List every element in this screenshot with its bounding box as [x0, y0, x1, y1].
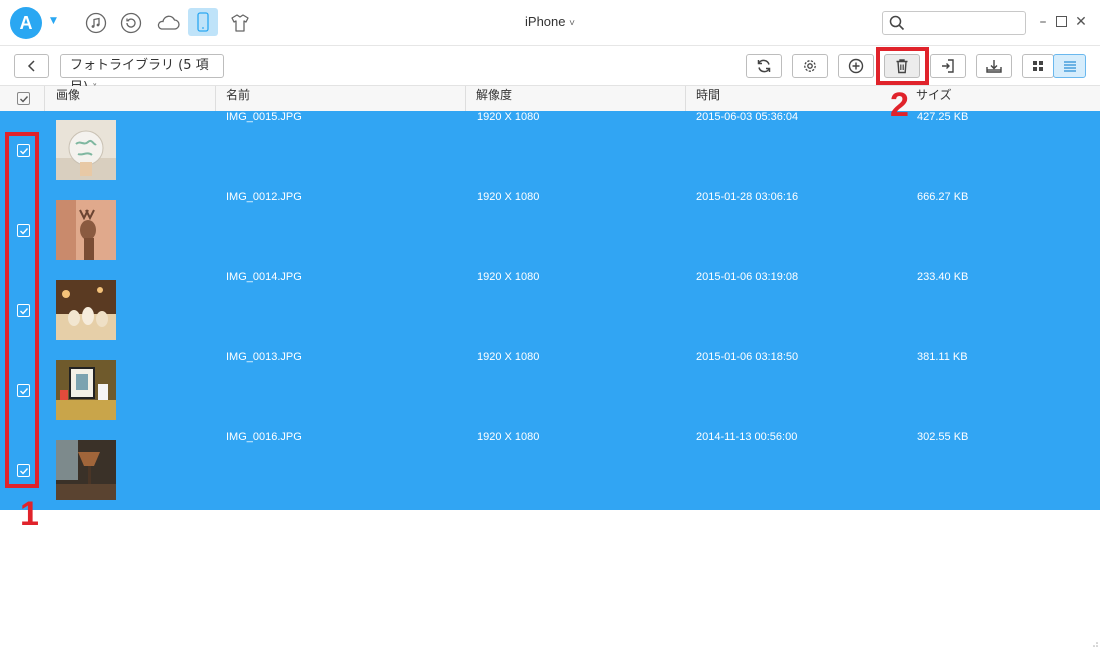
lamp-photo-thumbnail — [56, 440, 116, 500]
grid-view-icon — [1032, 60, 1044, 72]
export-to-device-icon — [940, 58, 956, 74]
row-size: 381.11 KB — [917, 351, 968, 431]
row-name: IMG_0015.JPG — [226, 111, 302, 191]
back-button[interactable] — [14, 54, 49, 78]
row-size: 666.27 KB — [917, 191, 968, 271]
restore-icon[interactable] — [118, 10, 144, 36]
checkbox-highlight-box — [5, 132, 39, 488]
refresh-icon — [756, 58, 772, 74]
row-time: 2015-01-06 03:19:08 — [696, 271, 798, 351]
maximize-icon[interactable] — [1054, 14, 1068, 30]
music-icon[interactable] — [83, 10, 109, 36]
add-button[interactable] — [838, 54, 874, 78]
row-time: 2014-11-13 00:56:00 — [696, 431, 797, 511]
title-bar: A ▼ iPhone ˅ – ✕ — [0, 0, 1100, 46]
column-header-name[interactable]: 名前 — [216, 86, 250, 112]
chevron-left-icon — [27, 60, 37, 72]
step-1-label: 1 — [20, 495, 39, 534]
row-name: IMG_0012.JPG — [226, 191, 302, 271]
settings-icon — [802, 58, 818, 74]
checkmark-icon — [19, 94, 29, 104]
table-header: 画像 名前 解像度 時間 サイズ — [0, 86, 1100, 112]
add-icon — [848, 58, 864, 74]
list-view-button[interactable] — [1053, 54, 1086, 78]
deer-photo-thumbnail — [56, 200, 116, 260]
globe-photo-thumbnail — [56, 120, 116, 180]
table-row[interactable]: IMG_0015.JPG 1920 X 1080 2015-06-03 05:3… — [0, 111, 1100, 191]
phone-icon[interactable] — [188, 8, 218, 36]
settings-button[interactable] — [792, 54, 828, 78]
column-header-time[interactable]: 時間 — [686, 86, 720, 112]
breadcrumb-dropdown[interactable]: フォトライブラリ (5 項目) ˅ — [60, 54, 224, 78]
table-row[interactable]: IMG_0012.JPG 1920 X 1080 2015-01-28 03:0… — [0, 191, 1100, 271]
table-row[interactable]: IMG_0013.JPG 1920 X 1080 2015-01-06 03:1… — [0, 351, 1100, 431]
row-time: 2015-06-03 05:36:04 — [696, 111, 798, 191]
row-size: 233.40 KB — [917, 271, 968, 351]
row-size: 302.55 KB — [917, 431, 968, 511]
select-all-checkbox[interactable] — [17, 92, 30, 105]
row-size: 427.25 KB — [917, 111, 968, 191]
device-title[interactable]: iPhone ˅ — [500, 14, 600, 29]
column-header-image[interactable]: 画像 — [46, 86, 80, 112]
figurines-photo-thumbnail — [56, 280, 116, 340]
grid-view-button[interactable] — [1022, 54, 1054, 78]
delete-highlight-box — [876, 47, 929, 85]
tshirt-icon[interactable] — [227, 10, 253, 36]
step-2-label: 2 — [890, 86, 909, 125]
photo-list: IMG_0015.JPG 1920 X 1080 2015-06-03 05:3… — [0, 111, 1100, 510]
download-to-pc-icon — [985, 58, 1003, 74]
column-header-resolution[interactable]: 解像度 — [466, 86, 512, 112]
row-name: IMG_0016.JPG — [226, 431, 302, 511]
cloud-icon[interactable] — [155, 10, 181, 36]
close-icon[interactable]: ✕ — [1074, 14, 1088, 30]
minimize-icon[interactable]: – — [1036, 14, 1050, 30]
row-resolution: 1920 X 1080 — [477, 271, 539, 351]
table-row[interactable]: IMG_0016.JPG 1920 X 1080 2014-11-13 00:5… — [0, 431, 1100, 511]
toolbar: フォトライブラリ (5 項目) ˅ — [0, 46, 1100, 86]
row-resolution: 1920 X 1080 — [477, 431, 539, 511]
send-to-device-button[interactable] — [930, 54, 966, 78]
send-to-pc-button[interactable] — [976, 54, 1012, 78]
desk-photo-thumbnail — [56, 360, 116, 420]
table-row[interactable]: IMG_0014.JPG 1920 X 1080 2015-01-06 03:1… — [0, 271, 1100, 351]
row-time: 2015-01-28 03:06:16 — [696, 191, 798, 271]
resize-grip-icon[interactable] — [1092, 632, 1098, 638]
column-header-size[interactable]: サイズ — [906, 86, 952, 112]
refresh-button[interactable] — [746, 54, 782, 78]
row-name: IMG_0014.JPG — [226, 271, 302, 351]
row-time: 2015-01-06 03:18:50 — [696, 351, 798, 431]
search-input[interactable] — [882, 11, 1026, 35]
app-logo[interactable]: A — [10, 7, 42, 39]
row-name: IMG_0013.JPG — [226, 351, 302, 431]
row-resolution: 1920 X 1080 — [477, 191, 539, 271]
search-icon — [889, 15, 905, 31]
row-resolution: 1920 X 1080 — [477, 351, 539, 431]
row-resolution: 1920 X 1080 — [477, 111, 539, 191]
list-view-icon — [1063, 60, 1077, 72]
app-menu-caret-icon[interactable]: ▼ — [50, 16, 57, 26]
